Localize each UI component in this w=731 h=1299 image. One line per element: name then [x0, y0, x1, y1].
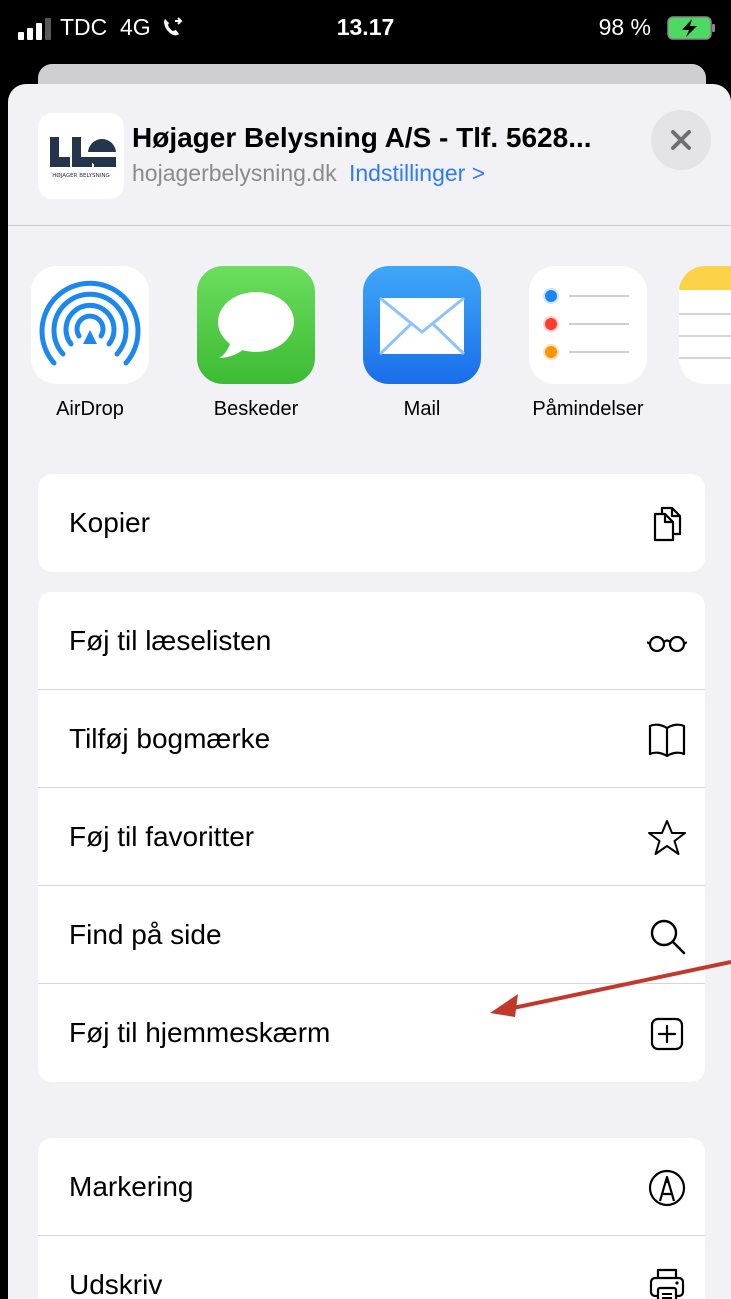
action-add-to-reading-list[interactable]: Føj til læselisten	[38, 592, 705, 690]
action-group-copy: Kopier	[38, 474, 705, 572]
status-bar: TDC 4G 13.17 98 %	[0, 0, 731, 58]
app-mail[interactable]: Mail	[347, 266, 497, 421]
app-airdrop[interactable]: AirDrop	[15, 266, 165, 421]
annotation-arrow	[490, 960, 731, 1017]
site-title: Højager Belysning A/S - Tlf. 5628...	[132, 122, 592, 153]
share-sheet-header: HØJAGER BELYSNING Højager Belysning A/S …	[8, 84, 731, 226]
action-label: Føj til læselisten	[69, 625, 272, 656]
book-icon	[648, 723, 686, 758]
share-sheet: HØJAGER BELYSNING Højager Belysning A/S …	[8, 84, 731, 1299]
app-label: Påmindelser	[532, 398, 644, 420]
notes-icon	[679, 266, 731, 384]
share-apps-row: AirDrop Beskeder Mail Påmindelser	[8, 266, 731, 426]
app-messages[interactable]: Beskeder	[181, 266, 331, 421]
reminders-icon	[529, 266, 647, 384]
action-label: Kopier	[69, 507, 150, 538]
close-icon	[671, 130, 691, 150]
app-label: AirDrop	[56, 398, 124, 420]
markup-icon	[648, 1169, 686, 1207]
action-add-bookmark[interactable]: Tilføj bogmærke	[38, 690, 705, 788]
action-label: Føj til hjemmeskærm	[69, 1017, 331, 1048]
site-domain: hojagerbelysning.dk	[132, 160, 337, 186]
add-square-icon	[650, 1017, 684, 1051]
glasses-icon	[647, 635, 687, 653]
app-reminders[interactable]: Påmindelser	[513, 266, 663, 421]
action-add-to-favorites[interactable]: Føj til favoritter	[38, 788, 705, 886]
search-icon	[650, 919, 686, 955]
messages-icon	[197, 266, 315, 384]
app-notes-partial[interactable]	[679, 266, 731, 384]
action-label: Markering	[69, 1171, 194, 1202]
close-button[interactable]	[651, 110, 711, 170]
app-label: Beskeder	[213, 398, 299, 420]
mail-icon	[363, 266, 481, 384]
battery-charging-icon	[667, 16, 715, 40]
app-label: Mail	[403, 398, 441, 420]
star-icon	[648, 820, 686, 855]
logo-caption: HØJAGER BELYSNING	[52, 172, 110, 179]
action-print[interactable]: Udskriv	[38, 1236, 705, 1299]
site-subtitle: hojagerbelysning.dk Indstillinger >	[132, 160, 485, 187]
airdrop-icon	[31, 266, 149, 384]
action-label: Føj til favoritter	[69, 821, 255, 852]
copy-icon	[653, 506, 682, 542]
action-label: Tilføj bogmærke	[69, 723, 271, 754]
settings-link[interactable]: Indstillinger >	[349, 160, 485, 186]
action-group-extra: Markering Udskriv	[38, 1138, 705, 1299]
action-label: Find på side	[69, 919, 222, 950]
action-label: Udskriv	[69, 1269, 163, 1299]
action-copy[interactable]: Kopier	[38, 474, 705, 572]
action-markup[interactable]: Markering	[38, 1138, 705, 1236]
printer-icon	[649, 1268, 685, 1299]
battery-percentage: 98 %	[598, 14, 651, 40]
site-logo: HØJAGER BELYSNING	[38, 113, 124, 199]
hojager-logo-icon: HØJAGER BELYSNING	[50, 137, 116, 179]
